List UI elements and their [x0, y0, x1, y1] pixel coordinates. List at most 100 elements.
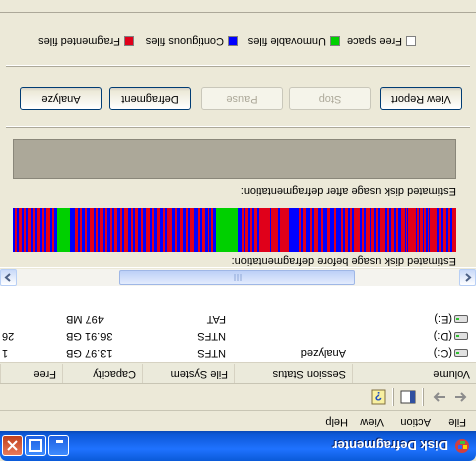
- file-system: NTFS: [197, 347, 226, 359]
- fragmented-block: [157, 208, 160, 252]
- help-icon[interactable]: ?: [369, 388, 387, 406]
- volume-name: (E:): [434, 313, 452, 325]
- menu-bar: File Action View Help: [0, 410, 476, 431]
- fragmented-block: [120, 208, 122, 252]
- scroll-right-button[interactable]: [0, 269, 17, 286]
- fragmented-block: [33, 208, 35, 252]
- fragmented-block: [100, 208, 103, 252]
- fragmented-block: [259, 208, 289, 252]
- maximize-button[interactable]: [25, 435, 46, 456]
- fragmented-block: [417, 208, 419, 252]
- fragmented-block: [186, 208, 188, 252]
- unmovable-block: [216, 208, 238, 252]
- contiguous-block: [270, 208, 271, 252]
- legend-fragmented-label: Fragmented files: [38, 35, 120, 47]
- fragmented-block: [439, 208, 441, 252]
- unmovable-block: [57, 208, 70, 252]
- horizontal-scrollbar[interactable]: [0, 269, 476, 286]
- session-status: Analyzed: [300, 347, 346, 359]
- fragmented-block: [341, 208, 343, 252]
- fragmented-block: [202, 208, 205, 252]
- legend-contiguous-label: Contiguous files: [145, 35, 224, 47]
- fragmented-block: [376, 208, 378, 252]
- fragmented-block: [254, 208, 257, 252]
- volume-list-header: Volume Session Status File System Capaci…: [0, 362, 476, 383]
- view-report-button[interactable]: View Report: [380, 87, 462, 110]
- file-system: FAT: [206, 313, 226, 325]
- fragmented-block: [135, 208, 138, 252]
- defragment-button[interactable]: Defragment: [109, 87, 191, 110]
- minimize-icon: [56, 440, 63, 443]
- divider: [6, 126, 470, 128]
- divider: [6, 65, 470, 67]
- capacity: 36.91 GB: [66, 330, 113, 342]
- scroll-left-button[interactable]: [459, 269, 476, 286]
- column-free-space[interactable]: Free: [0, 364, 62, 383]
- before-label: Estimated disk usage before defragmentat…: [231, 255, 456, 267]
- stop-button[interactable]: Stop: [289, 87, 371, 110]
- fragmented-block: [211, 208, 213, 252]
- fragmented-block: [314, 208, 318, 252]
- fragmented-block: [380, 208, 385, 252]
- fragmented-block: [114, 208, 117, 252]
- hard-drive-icon: [454, 332, 468, 340]
- column-volume[interactable]: Volume: [352, 364, 476, 383]
- legend-free-space-label: Free space: [346, 35, 402, 47]
- menu-file[interactable]: File: [448, 416, 466, 428]
- window-title: Disk Defragmenter: [332, 438, 448, 453]
- fragmented-block: [180, 208, 183, 252]
- free-space-swatch: [406, 36, 416, 46]
- fragmented-block: [387, 208, 389, 252]
- pause-button[interactable]: Pause: [201, 87, 283, 110]
- analyze-button[interactable]: Analyze: [20, 87, 102, 110]
- fragmented-block: [334, 208, 336, 252]
- fragmented-block: [345, 208, 348, 252]
- volume-row-c[interactable]: (C:) Analyzed NTFS 13.97 GB 1: [0, 344, 476, 361]
- fragmented-swatch: [124, 36, 134, 46]
- analysis-pane: Estimated disk usage before defragmentat…: [0, 0, 476, 268]
- fragmented-block: [354, 208, 360, 252]
- column-session-status[interactable]: Session Status: [234, 364, 352, 383]
- hard-drive-icon: [454, 315, 468, 323]
- toolbar: ?: [0, 383, 476, 410]
- menu-help[interactable]: Help: [325, 416, 348, 428]
- disk-defragmenter-window: Disk Defragmenter File Action View Help: [0, 0, 476, 461]
- fragmented-block: [110, 208, 112, 252]
- title-bar[interactable]: Disk Defragmenter: [0, 431, 476, 461]
- fragmented-block: [327, 208, 330, 252]
- free-space: 26: [2, 330, 15, 342]
- menu-action[interactable]: Action: [400, 416, 431, 428]
- fragmented-block: [80, 208, 82, 252]
- fragmented-block: [175, 208, 177, 252]
- show-hide-console-tree-icon[interactable]: [399, 388, 417, 406]
- fragmented-block: [391, 208, 394, 252]
- menu-view[interactable]: View: [360, 416, 384, 428]
- column-capacity[interactable]: Capacity: [62, 364, 142, 383]
- fragmented-block: [448, 208, 450, 252]
- fragmented-block: [42, 208, 44, 252]
- volume-list: (C:) Analyzed NTFS 13.97 GB 1 (D:) NTFS …: [0, 286, 476, 362]
- fragmented-block: [141, 208, 143, 252]
- contiguous-swatch: [228, 36, 238, 46]
- close-button[interactable]: [2, 435, 23, 456]
- capacity: 13.97 GB: [66, 347, 113, 359]
- back-arrow-icon[interactable]: [452, 388, 470, 406]
- column-file-system[interactable]: File System: [142, 364, 234, 383]
- fragmented-block: [146, 208, 150, 252]
- scroll-thumb[interactable]: [119, 270, 355, 285]
- forward-arrow-icon[interactable]: [430, 388, 448, 406]
- fragmented-block: [299, 208, 301, 252]
- fragmented-block: [396, 208, 398, 252]
- fragmented-block: [321, 208, 323, 252]
- fragmented-block: [75, 208, 78, 252]
- fragmented-block: [167, 208, 172, 252]
- status-bar: [0, 0, 476, 13]
- fragmented-block: [245, 208, 248, 252]
- close-icon: [7, 440, 18, 451]
- minimize-button[interactable]: [48, 435, 69, 456]
- unmovable-swatch: [330, 36, 340, 46]
- volume-row-e[interactable]: (E:) FAT 497 MB: [0, 310, 476, 327]
- fragmented-block: [190, 208, 194, 252]
- volume-row-d[interactable]: (D:) NTFS 36.91 GB 26: [0, 327, 476, 344]
- fragmented-block: [406, 208, 407, 252]
